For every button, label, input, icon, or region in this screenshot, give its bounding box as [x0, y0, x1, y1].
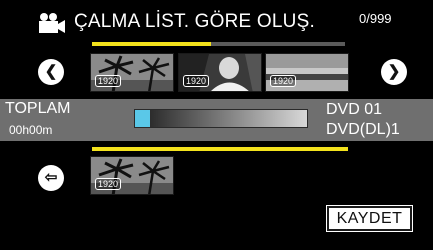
scene-thumbnail[interactable]: 1920 [178, 53, 262, 92]
disc-capacity-fill [135, 110, 151, 127]
disc-type-count: DVD 01 [326, 101, 383, 118]
resolution-badge: 1920 [95, 75, 122, 87]
previous-page-button[interactable]: ❮ [38, 59, 64, 85]
header-bar: ÇALMA LİST. GÖRE OLUŞ. 0/999 [0, 0, 433, 44]
disc-dl-count: DVD(DL)1 [326, 121, 400, 138]
scene-thumbnail[interactable]: 1920 [265, 53, 349, 92]
playlist-scene-thumbnail[interactable]: 1920 [90, 156, 174, 195]
return-arrow-circle-icon: ⇦ [44, 169, 58, 186]
playlist-selection-line [92, 147, 348, 151]
resolution-badge: 1920 [270, 75, 297, 87]
total-label: TOPLAM [5, 100, 71, 117]
next-page-button[interactable]: ❯ [381, 59, 407, 85]
right-arrow-circle-icon: ❯ [387, 63, 401, 80]
disc-capacity-bar [134, 109, 308, 128]
resolution-badge: 1920 [183, 75, 210, 87]
save-button[interactable]: KAYDET [326, 205, 413, 232]
movie-camera-icon [39, 13, 65, 33]
total-time: 00h00m [9, 123, 53, 137]
left-arrow-circle-icon: ❮ [44, 63, 58, 80]
page-title: ÇALMA LİST. GÖRE OLUŞ. [74, 11, 315, 32]
return-button[interactable]: ⇦ [38, 165, 64, 191]
resolution-badge: 1920 [95, 178, 122, 190]
playlist-counter: 0/999 [359, 11, 392, 26]
thumbnail-scrollbar-thumb[interactable] [92, 42, 211, 46]
scene-thumbnail[interactable]: 1920 [90, 53, 174, 92]
